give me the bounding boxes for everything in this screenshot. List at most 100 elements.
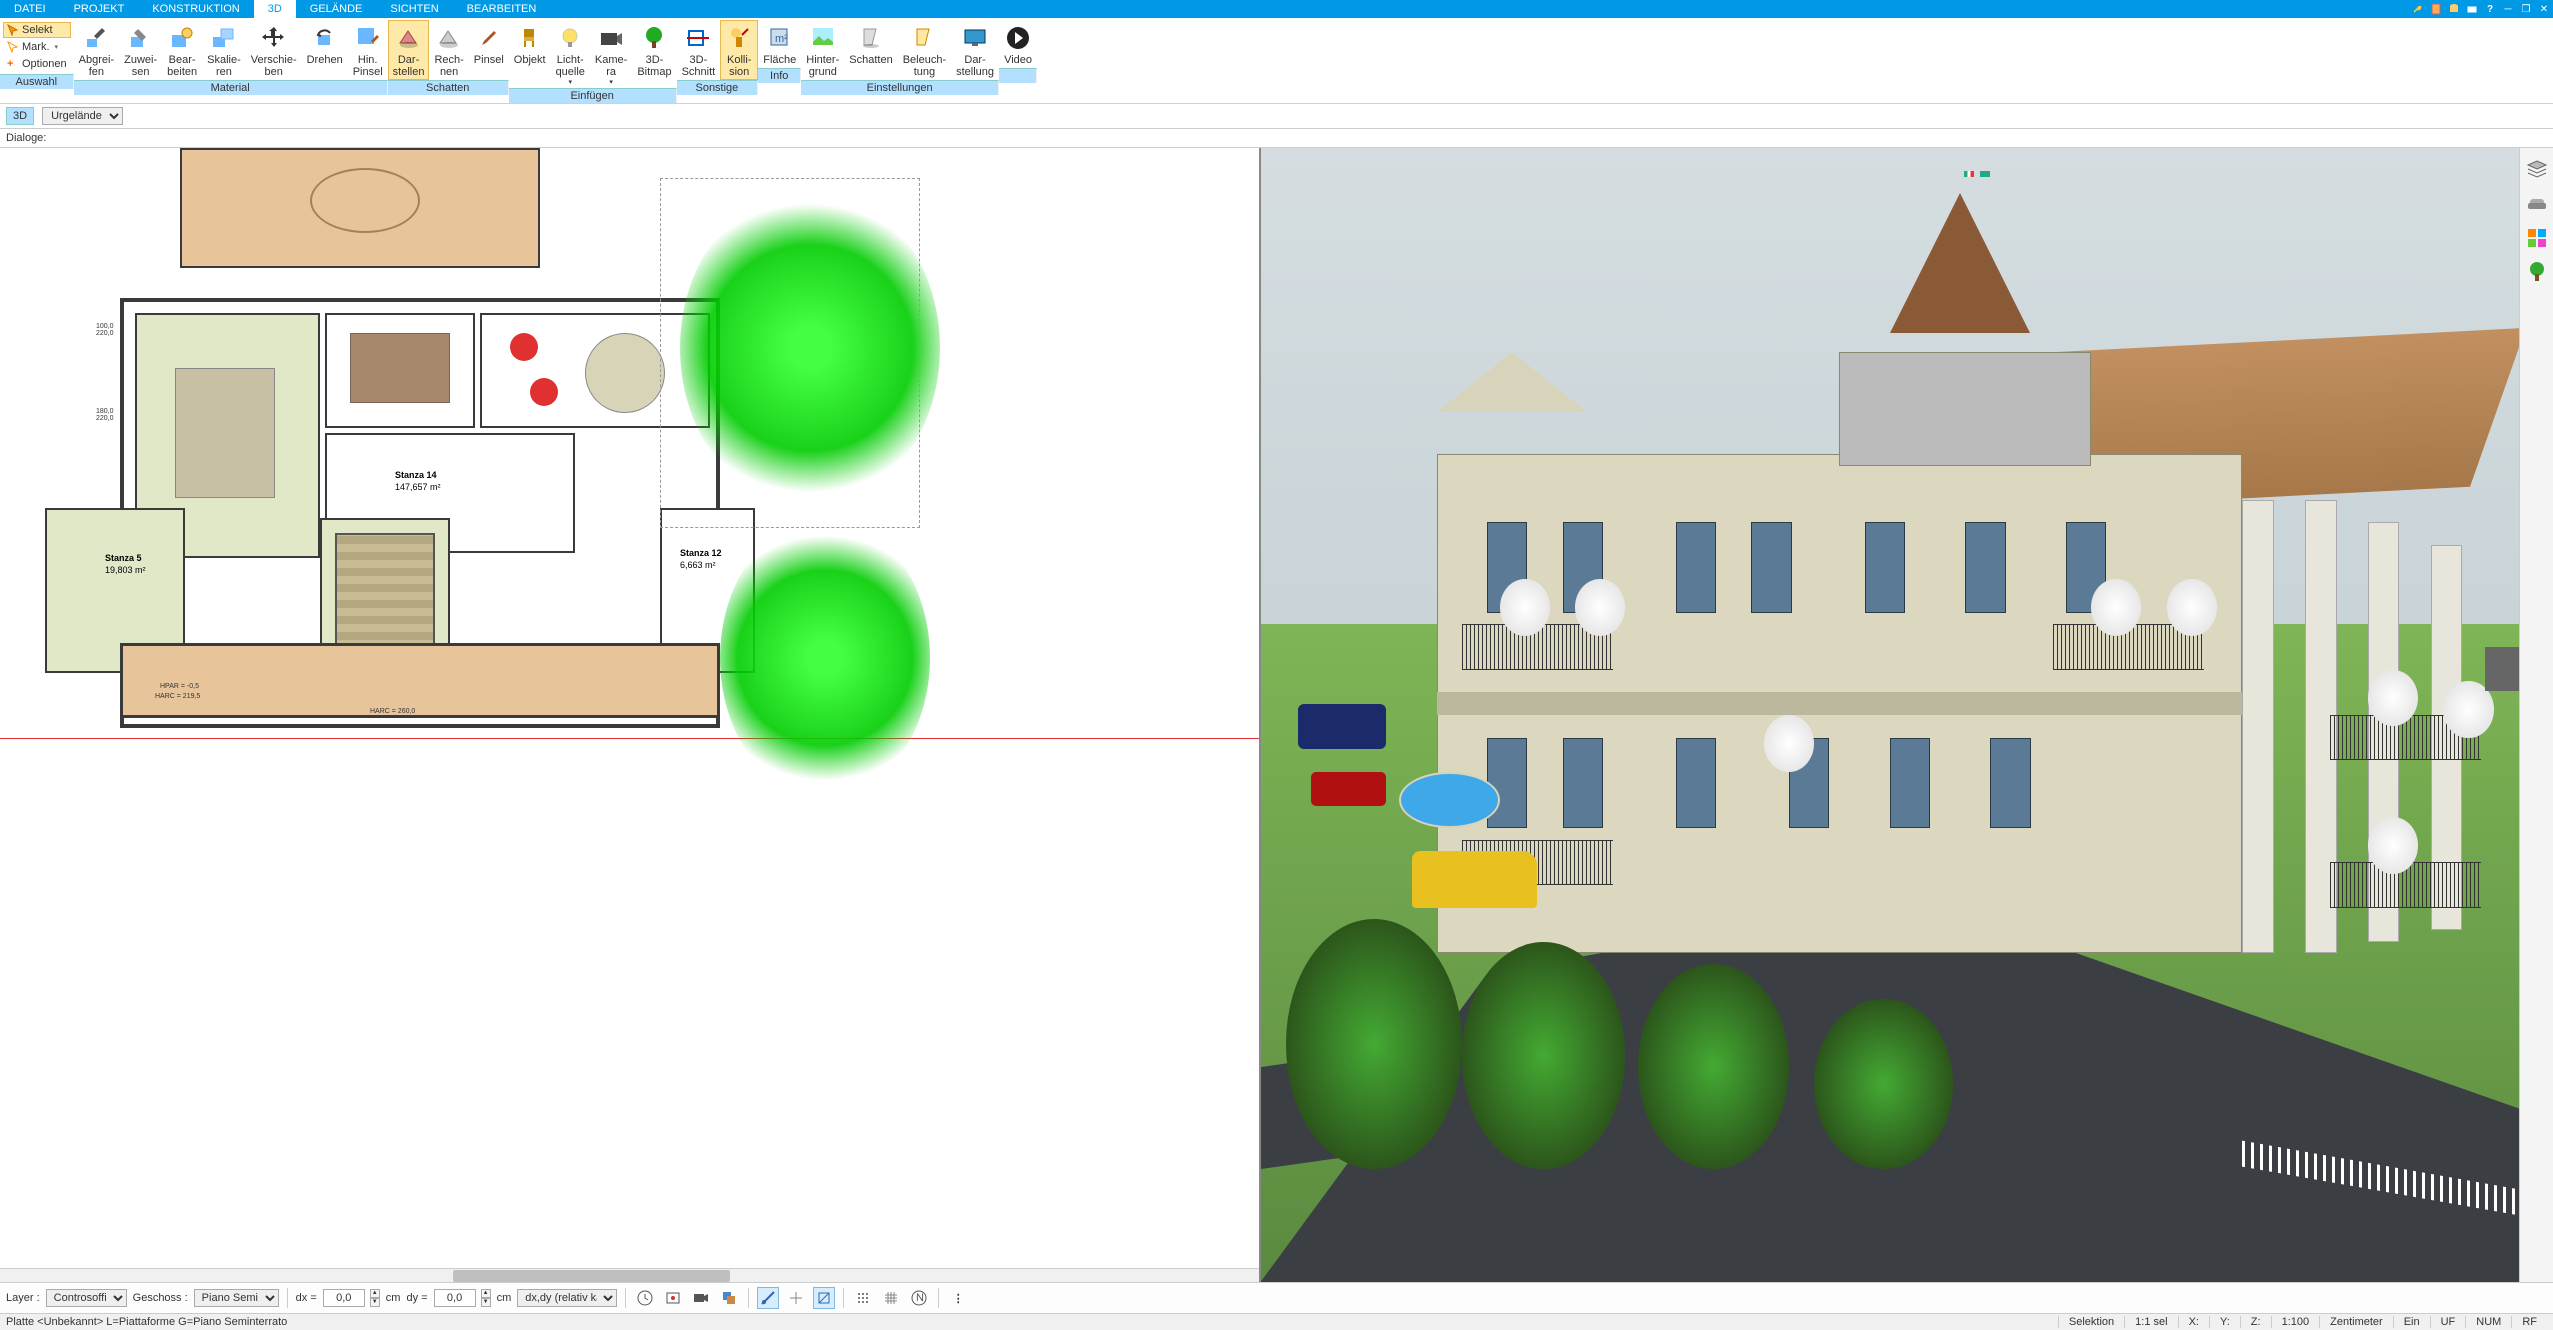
tree-fg-3 [1638,964,1789,1168]
pinsel-button[interactable]: Pinsel [469,20,509,80]
tab-konstruktion[interactable]: KONSTRUKTION [138,0,253,18]
render-pane[interactable] [1261,148,2520,1282]
schatten-einst-button[interactable]: Schatten [844,20,897,80]
stack-icon[interactable] [718,1287,740,1309]
hscrollbar[interactable] [0,1268,1259,1282]
tab-bearbeiten[interactable]: BEARBEITEN [453,0,551,18]
dx-spinner[interactable]: ▲▼ [370,1289,380,1307]
verschieben-button[interactable]: Verschie- ben [246,20,302,80]
win9 [1563,738,1603,829]
tool-db-icon[interactable] [2445,0,2463,18]
floorplan-pane[interactable]: Stanza 14 147,657 m² Stanza 5 19,803 m² … [0,148,1261,1282]
win10 [1676,738,1716,829]
objekt-button[interactable]: Objekt [509,20,551,88]
win12 [1890,738,1930,829]
right-drawer-tab[interactable] [2485,647,2519,691]
layer-select[interactable]: Controsoffi [46,1289,127,1307]
clock-icon[interactable] [634,1287,656,1309]
beleuchtung-button[interactable]: Beleuch- tung [898,20,951,80]
dy-spinner[interactable]: ▲▼ [481,1289,491,1307]
tool-wrench-icon[interactable] [2409,0,2427,18]
screenshot-icon[interactable] [662,1287,684,1309]
dy-input[interactable] [434,1289,476,1307]
group-schatten-label: Schatten [388,80,509,95]
kollision-button[interactable]: Kolli- sion [720,20,758,80]
terrain-select[interactable]: Urgelände [42,107,123,125]
pediment-left [1437,352,1587,412]
status-scale: 1:100 [2271,1316,2320,1328]
video2-icon[interactable] [690,1287,712,1309]
tower-top [1839,352,2091,465]
snap-1-icon[interactable] [757,1287,779,1309]
mark-button[interactable]: Mark.▾ [3,39,71,55]
ribbon: Selekt Mark.▾ + Optionen Auswahl Abgre [0,18,2553,104]
hintergrund-button[interactable]: Hinter- grund [801,20,844,80]
drehen-button[interactable]: Drehen [302,20,348,80]
window-close-icon[interactable]: ✕ [2535,0,2553,18]
furniture-icon[interactable] [2525,192,2549,216]
tree-fg-2 [1462,942,1626,1169]
swatches-icon[interactable] [2525,226,2549,250]
stanza12-area: 6,663 m² [680,560,716,570]
optionen-button[interactable]: + Optionen [3,56,71,72]
grid-line-icon[interactable] [880,1287,902,1309]
window-minimize-icon[interactable]: ─ [2499,0,2517,18]
win3 [1676,522,1716,613]
3d-schnitt-button[interactable]: 3D- Schnitt [677,20,721,80]
snap-2-icon[interactable] [785,1287,807,1309]
tool-help-icon[interactable]: ? [2481,0,2499,18]
status-unit: Zentimeter [2319,1316,2393,1328]
layers-icon[interactable] [2525,158,2549,182]
skalieren-button[interactable]: Skalie- ren [202,20,246,80]
tab-sichten[interactable]: SICHTEN [376,0,452,18]
hin-pinsel-button[interactable]: Hin. Pinsel [348,20,388,80]
eyedrop-icon [82,24,110,52]
selekt-button[interactable]: Selekt [3,22,71,38]
group-auswahl-label: Auswahl [0,74,74,89]
group-einstellungen-label: Einstellungen [801,80,999,95]
lichtquelle-button[interactable]: Licht- quelle▾ [551,20,590,88]
dim-1000: 100,0 220,0 [96,323,114,337]
more-icon[interactable]: ⋮ [947,1287,969,1309]
3d-bitmap-button[interactable]: 3D- Bitmap [632,20,676,88]
flower-5 [1764,715,1814,772]
kamera-button[interactable]: Kame- ra▾ [590,20,632,88]
video-button[interactable]: Video [999,20,1037,68]
darstellung-button[interactable]: Dar- stellung [951,20,999,80]
flag-it [1964,171,1974,177]
bearbeiten-button[interactable]: Bear- beiten [162,20,202,80]
darstellen-button[interactable]: Dar- stellen [388,20,430,80]
status-selcount: 1:1 sel [2124,1316,2177,1328]
tab-3d[interactable]: 3D [254,0,296,18]
tree-fg-1 [1286,919,1462,1168]
geschoss-select[interactable]: Piano Semi [194,1289,279,1307]
tool-clipboard-icon[interactable] [2427,0,2445,18]
rotate-icon [311,24,339,52]
rechnen-button[interactable]: Rech- nen [429,20,468,80]
grid-dot-icon[interactable] [852,1287,874,1309]
status-uf: UF [2430,1316,2466,1328]
guide-rect [660,178,920,528]
dialoge-bar: Dialoge: [0,129,2553,148]
plant-icon[interactable] [2525,260,2549,284]
zuweisen-button[interactable]: Zuwei- sen [119,20,162,80]
north-icon[interactable]: N [908,1287,930,1309]
shadow-set-icon [857,24,885,52]
tab-gelaende[interactable]: GELÄNDE [296,0,377,18]
dx-input[interactable] [323,1289,365,1307]
floor-band [1437,692,2242,715]
status-y: Y: [2209,1316,2240,1328]
workspace: Stanza 14 147,657 m² Stanza 5 19,803 m² … [0,148,2553,1282]
flaeche-button[interactable]: m²Fläche [758,20,801,68]
edit-mat-icon [168,24,196,52]
snap-3-icon[interactable] [813,1287,835,1309]
rel-select[interactable]: dx,dy (relativ ka [517,1289,617,1307]
tool-print-icon[interactable] [2463,0,2481,18]
shadow-calc-icon [435,24,463,52]
stanza5-label: Stanza 5 [105,553,142,563]
window-restore-icon[interactable]: ❐ [2517,0,2535,18]
tab-datei[interactable]: DATEI [0,0,60,18]
abgreifen-button[interactable]: Abgrei- fen [74,20,119,80]
mode-badge: 3D [6,107,34,125]
tab-projekt[interactable]: PROJEKT [60,0,139,18]
